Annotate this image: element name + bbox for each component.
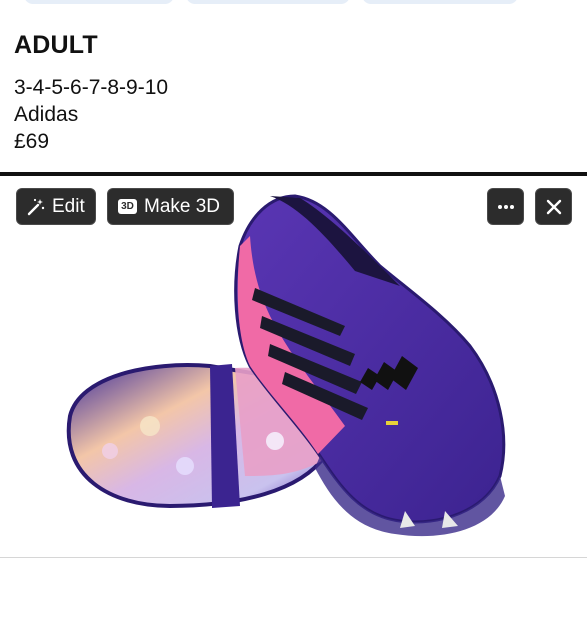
top-chip-row	[0, 0, 587, 6]
edit-button[interactable]: Edit	[16, 188, 96, 225]
make-3d-button[interactable]: 3D Make 3D	[107, 188, 234, 225]
close-icon	[545, 198, 563, 216]
make-3d-button-label: Make 3D	[144, 195, 221, 217]
top-chip[interactable]	[186, 0, 350, 4]
photo-bottom-border	[0, 557, 587, 558]
more-options-button[interactable]	[487, 188, 524, 225]
post-brand: Adidas	[14, 103, 79, 126]
top-chip[interactable]	[362, 0, 518, 4]
3d-badge-icon: 3D	[118, 199, 137, 214]
post-sizes: 3-4-5-6-7-8-9-10	[14, 76, 169, 99]
close-button[interactable]	[535, 188, 572, 225]
post-text: ADULT 3-4-5-6-7-8-9-10 Adidas £69	[14, 30, 574, 155]
football-boots-image	[66, 194, 506, 537]
top-chip[interactable]	[24, 0, 174, 4]
ellipsis-icon	[497, 204, 515, 210]
edit-button-label: Edit	[52, 195, 85, 217]
magic-wand-icon	[27, 198, 45, 216]
post-price: £69	[14, 130, 50, 153]
product-photo[interactable]: Edit 3D Make 3D	[0, 176, 587, 556]
post-heading: ADULT	[14, 31, 98, 59]
